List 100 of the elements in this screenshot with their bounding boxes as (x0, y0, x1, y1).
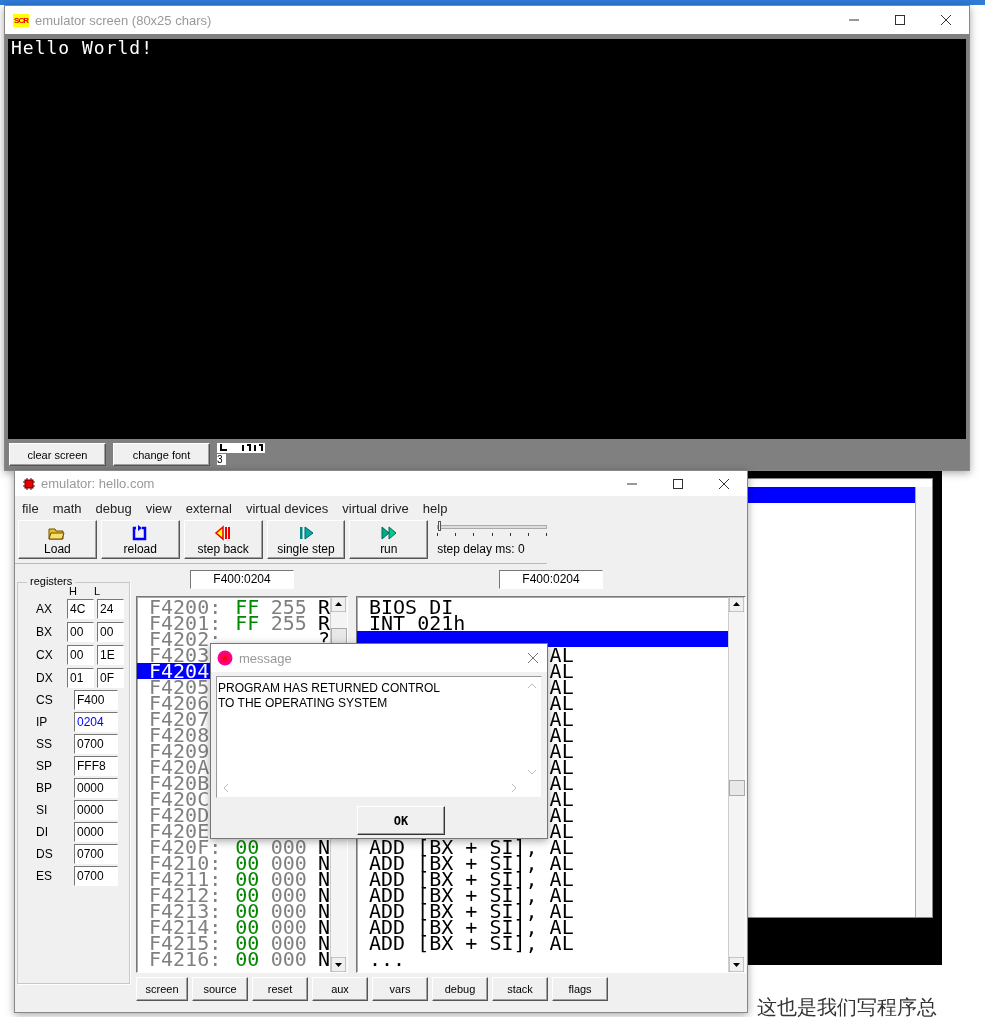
char-value: N (317, 871, 330, 887)
register-field[interactable]: FFF8 (74, 756, 118, 776)
register-label: DI (36, 825, 49, 839)
maximize-icon (894, 14, 906, 26)
memory-address[interactable]: F4201: (137, 615, 224, 631)
register-field[interactable]: 4C (67, 598, 94, 619)
register-field[interactable]: 0700 (74, 866, 118, 886)
panel-button[interactable]: stack (492, 977, 548, 1001)
memory-address[interactable]: F4216: (137, 951, 224, 967)
menu-item[interactable]: virtual drive (342, 501, 409, 516)
register-label: ES (36, 869, 53, 883)
register-field[interactable]: 00 (97, 621, 124, 642)
ok-button[interactable]: OK (357, 806, 445, 835)
window-title: message (239, 650, 292, 666)
scroll-thumb[interactable] (331, 628, 347, 644)
step-back-icon (214, 524, 233, 542)
decimal-value: 000 (270, 855, 308, 871)
memory-address[interactable]: F4213: (137, 903, 224, 919)
hex-value: 00 (235, 951, 261, 967)
hex-value: 00 (235, 903, 261, 919)
register-field[interactable]: 0000 (74, 778, 118, 798)
panel-button[interactable]: screen (136, 977, 188, 1001)
slider-thumb[interactable] (438, 521, 442, 531)
register-field[interactable]: 0000 (74, 822, 118, 842)
hex-value: 00 (235, 839, 261, 855)
memory-address[interactable]: F4211: (137, 871, 224, 887)
decimal-value: 000 (270, 903, 308, 919)
char-value: N (317, 919, 330, 935)
fast-forward-icon (379, 524, 398, 542)
panel-button[interactable]: reset (252, 977, 308, 1001)
toolbar-button[interactable]: run (349, 520, 429, 559)
register-field[interactable]: 0F (97, 667, 124, 688)
panel-button[interactable]: source (192, 977, 248, 1001)
toolbar-button[interactable]: single step (266, 520, 346, 559)
char-value: N (317, 951, 330, 967)
register-field[interactable]: F400 (74, 690, 118, 710)
hex-value: 00 (235, 919, 261, 935)
char-value: N (317, 903, 330, 919)
char-value: N (317, 887, 330, 903)
scroll-thumb[interactable] (729, 780, 745, 796)
memory-address[interactable]: F4200: (137, 599, 224, 615)
address-field[interactable]: F400:0204 (190, 570, 294, 589)
menu-item[interactable]: help (422, 501, 448, 516)
char-value: N (317, 839, 330, 855)
background-text: 这也是我们写程序总 (757, 994, 937, 1017)
register-label: CS (36, 693, 54, 707)
memory-address[interactable]: F4212: (137, 887, 224, 903)
column-label: H (69, 585, 78, 597)
register-field[interactable]: 0700 (74, 844, 118, 864)
menu-item[interactable]: view (145, 501, 172, 516)
message-text: TO THE OPERATING SYSTEM (218, 696, 388, 711)
menu-item[interactable]: virtual devices (245, 501, 329, 516)
message-text: PROGRAM HAS RETURNED CONTROL (218, 681, 441, 696)
register-field[interactable]: 01 (67, 667, 94, 688)
output-text: Hello World! (11, 39, 155, 57)
register-field[interactable]: 1E (97, 644, 124, 665)
font-preview-icon (217, 443, 265, 453)
memory-address[interactable]: F4202: (137, 631, 224, 647)
char-value: N (317, 935, 330, 951)
panel-button[interactable]: aux (312, 977, 368, 1001)
close-icon (940, 14, 952, 26)
decimal-value: 000 (270, 871, 308, 887)
memory-address[interactable]: F4215: (137, 935, 224, 951)
decimal-value: 000 (270, 919, 308, 935)
panel-button[interactable]: flags (552, 977, 608, 1001)
register-label: BX (36, 624, 53, 639)
toolbar-button[interactable]: Load (18, 520, 97, 559)
register-field[interactable]: 0000 (74, 800, 118, 820)
menu-item[interactable]: math (52, 501, 82, 516)
toolbar-button[interactable]: clear screen (9, 443, 106, 466)
column-label: L (94, 585, 102, 597)
panel-button[interactable]: debug (432, 977, 488, 1001)
panel-button[interactable]: vars (372, 977, 428, 1001)
toolbar-button[interactable]: step back (183, 520, 263, 559)
close-icon (527, 652, 539, 664)
memory-address[interactable]: F4214: (137, 919, 224, 935)
address-field[interactable]: F400:0204 (499, 570, 603, 589)
group-title: registers (27, 575, 76, 587)
register-label: AX (36, 601, 53, 616)
menu-item[interactable]: file (22, 501, 39, 516)
dot-icon (217, 650, 233, 666)
window-title: emulator: hello.com (41, 476, 155, 491)
decimal-value: 000 (270, 935, 308, 951)
register-field[interactable]: 0204 (74, 712, 118, 732)
register-label: SI (36, 803, 49, 817)
memory-address[interactable]: F4210: (137, 855, 224, 871)
right-chevron-icon (511, 783, 517, 793)
register-field[interactable]: 0700 (74, 734, 118, 754)
hex-value: 00 (235, 855, 261, 871)
menu-item[interactable]: debug (95, 501, 132, 516)
toolbar-button[interactable]: change font (113, 443, 210, 466)
register-field[interactable]: 24 (97, 598, 124, 619)
decimal-value: 000 (270, 887, 308, 903)
register-field[interactable]: 00 (67, 644, 94, 665)
app-icon: SCR (13, 13, 29, 27)
register-field[interactable]: 00 (67, 621, 94, 642)
decimal-value: 255 (270, 599, 308, 615)
memory-address[interactable]: F420F: (137, 839, 224, 855)
menu-item[interactable]: external (185, 501, 232, 516)
toolbar-button[interactable]: reload (100, 520, 180, 559)
